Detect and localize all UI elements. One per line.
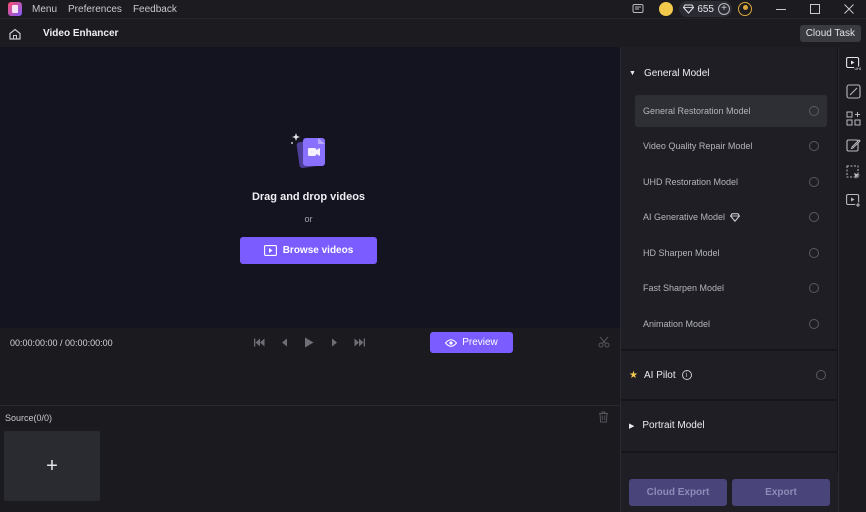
step-back-icon[interactable] [278,336,290,348]
selection-icon[interactable] [846,165,861,180]
title-bar-right: 655 + [631,0,866,18]
close-button[interactable] [832,0,866,18]
model-radio[interactable] [809,248,819,258]
info-icon[interactable]: i [681,370,692,380]
browse-videos-button[interactable]: Browse videos [240,237,377,264]
model-label: HD Sharpen Model [643,248,720,258]
plus-icon: + [46,454,58,477]
source-panel: Source(0/0) + [0,406,620,512]
module-header: Video Enhancer Cloud Task [0,18,866,47]
app-logo [8,2,22,16]
model-label: Video Quality Repair Model [643,141,753,151]
section-portrait-label: Portrait Model [642,420,705,431]
ai-pilot-radio[interactable] [816,370,826,380]
menu-menu[interactable]: Menu [32,4,57,15]
message-icon[interactable] [631,2,645,16]
cloud-task-button[interactable]: Cloud Task [799,25,861,42]
divider [621,399,838,401]
edit-curve-icon[interactable] [846,84,861,99]
scissors-icon[interactable] [598,336,610,348]
trash-icon[interactable] [598,411,610,423]
model-label: AI Generative Model [643,212,726,222]
drop-or-text: or [304,214,313,224]
model-radio[interactable] [809,177,819,187]
model-label: Animation Model [643,319,711,329]
model-radio[interactable] [809,283,819,293]
minimize-button[interactable] [764,0,798,18]
page-title: Video Enhancer [43,28,119,39]
tool-rail: UHD [838,47,866,512]
title-bar: Menu Preferences Feedback 655 + [0,0,866,18]
source-label: Source(0/0) [5,413,53,423]
model-animation[interactable]: Animation Model [635,308,827,340]
edit-pen-icon[interactable] [846,138,861,153]
video-add-icon[interactable] [846,193,861,208]
credits-pill[interactable]: 655 + [679,1,732,17]
divider [621,451,838,453]
model-ai-generative[interactable]: AI Generative Model [635,201,827,233]
export-button[interactable]: Export [732,479,830,506]
uhd-video-icon[interactable]: UHD [846,56,863,71]
folder-play-icon [263,245,283,256]
preview-button[interactable]: Preview [430,332,513,353]
model-radio[interactable] [809,212,819,222]
diamond-icon [683,4,695,14]
menu-preferences[interactable]: Preferences [68,4,122,15]
eye-icon [445,338,462,347]
svg-text:UHD: UHD [855,67,862,71]
ai-pilot-label: AI Pilot [643,369,676,381]
maximize-button[interactable] [798,0,832,18]
grid-add-icon[interactable] [846,111,861,126]
divider [621,349,838,351]
coin-icon[interactable] [659,2,674,16]
skip-back-icon[interactable] [253,336,265,348]
skip-forward-icon[interactable] [353,336,365,348]
model-radio[interactable] [809,141,819,151]
model-panel: ▼ General Model General Restoration Mode… [620,47,838,512]
section-general-label: General Model [643,68,710,79]
star-icon: ★ [629,369,638,381]
ai-pilot-row[interactable]: ★ AI Pilot i [629,367,829,383]
model-label: UHD Restoration Model [643,177,739,187]
model-label: General Restoration Model [643,106,751,116]
section-portrait-model[interactable]: ▶ Portrait Model [629,420,705,431]
export-footer: Cloud Export Export [621,472,838,512]
model-radio[interactable] [809,106,819,116]
model-video-quality-repair[interactable]: Video Quality Repair Model [635,130,827,162]
section-general-model[interactable]: ▼ General Model [629,68,710,79]
playback-controls [253,336,378,348]
timecode: 00:00:00:00 / 00:00:00:00 [10,338,113,348]
video-file-icon [289,132,331,170]
drop-zone[interactable]: Drag and drop videos or Browse videos [0,47,620,328]
preview-label: Preview [462,337,498,348]
home-icon[interactable] [7,26,23,42]
model-general-restoration[interactable]: General Restoration Model [635,95,827,127]
browse-videos-label: Browse videos [282,245,354,256]
play-icon[interactable] [303,336,315,348]
model-label: Fast Sharpen Model [643,283,725,293]
premium-diamond-icon [730,212,741,222]
drop-title: Drag and drop videos [251,191,366,203]
step-forward-icon[interactable] [328,336,340,348]
cloud-export-button[interactable]: Cloud Export [629,479,727,506]
caret-right-icon: ▶ [629,422,635,430]
plus-icon[interactable]: + [718,3,730,15]
model-fast-sharpen[interactable]: Fast Sharpen Model [635,272,827,304]
playback-bar: 00:00:00:00 / 00:00:00:00 Preview [0,328,620,406]
credits-value: 655 [697,3,714,15]
model-uhd-restoration[interactable]: UHD Restoration Model [635,166,827,198]
avatar-icon[interactable] [738,2,752,16]
menu-feedback[interactable]: Feedback [133,4,177,15]
add-source-button[interactable]: + [4,431,100,501]
model-hd-sharpen[interactable]: HD Sharpen Model [635,237,827,269]
model-radio[interactable] [809,319,819,329]
caret-down-icon: ▼ [629,70,636,77]
